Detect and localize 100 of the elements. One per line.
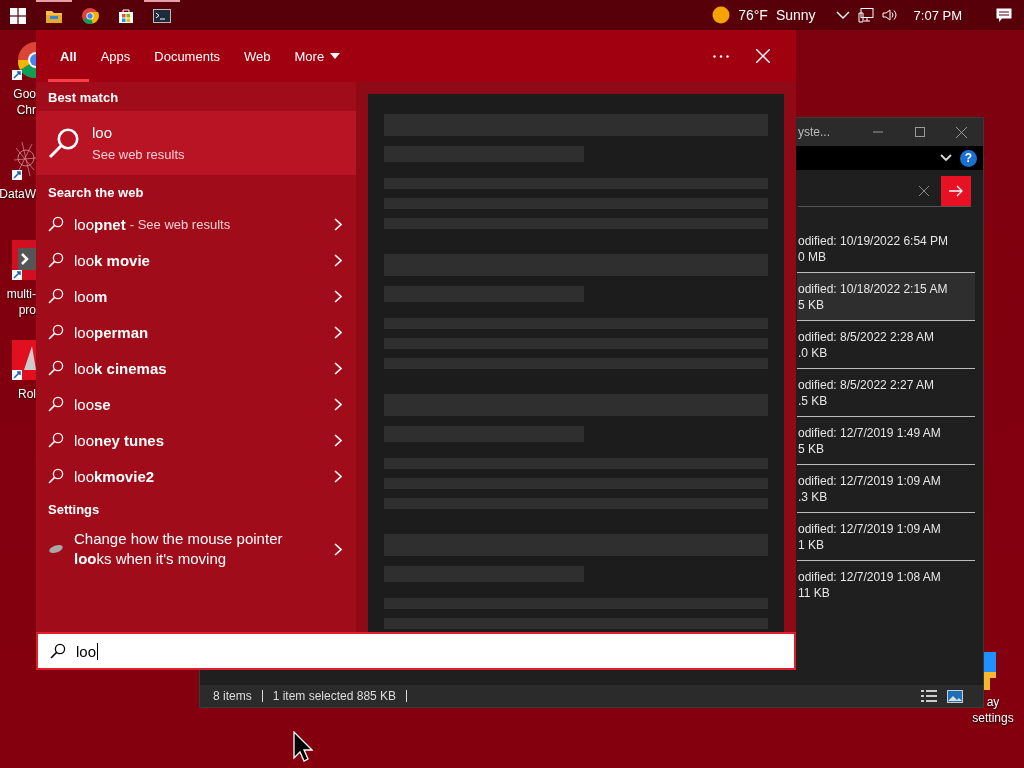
chevron-right-icon xyxy=(334,253,342,267)
result-text: looney tunes xyxy=(74,431,166,449)
notification-icon[interactable] xyxy=(996,7,1012,23)
result-text: look cinemas xyxy=(74,359,168,377)
file-size: .0 KB xyxy=(798,345,829,360)
web-result-item[interactable]: loose xyxy=(36,386,356,422)
web-result-item[interactable]: loom xyxy=(36,278,356,314)
close-icon xyxy=(956,126,968,138)
file-size: 5 KB xyxy=(798,441,825,456)
result-text: looperman xyxy=(74,323,150,341)
search-field[interactable] xyxy=(798,176,971,207)
best-match-title: loo xyxy=(92,124,114,141)
file-size: .5 KB xyxy=(798,393,829,408)
web-result-item[interactable]: look cinemas xyxy=(36,350,356,386)
chevron-right-icon xyxy=(334,433,342,447)
clock-text[interactable]: 7:07 PM xyxy=(913,7,962,23)
volume-icon[interactable] xyxy=(881,7,898,23)
window-title: yste... xyxy=(798,125,831,139)
weather-condition[interactable]: Sunny xyxy=(775,7,816,23)
result-text: loom xyxy=(74,287,109,305)
chevron-right-icon xyxy=(334,469,342,483)
minimize-icon xyxy=(872,131,883,133)
web-result-item[interactable]: looney tunes xyxy=(36,422,356,458)
chevron-right-icon xyxy=(334,289,342,303)
chevron-down-icon[interactable] xyxy=(940,154,952,162)
chevron-right-icon xyxy=(334,325,342,339)
modified-date: odified: 10/19/2022 6:54 PM xyxy=(798,233,950,248)
file-row[interactable]: odified: 8/5/2022 2:27 AM .5 KB xyxy=(797,369,975,417)
web-result-item[interactable]: lookmovie2 xyxy=(36,458,356,494)
search-tab[interactable]: Documents xyxy=(142,30,232,82)
network-icon[interactable] xyxy=(857,7,874,23)
file-size: .3 KB xyxy=(798,489,829,504)
search-icon xyxy=(48,324,64,340)
file-row[interactable]: odified: 10/18/2022 2:15 AM 5 KB xyxy=(797,273,975,321)
chevron-right-icon xyxy=(334,542,342,556)
best-match-subtitle: See web results xyxy=(92,147,185,162)
browser-icon[interactable] xyxy=(81,7,99,25)
search-icon xyxy=(48,288,64,304)
details-view-icon[interactable] xyxy=(921,689,937,703)
file-row[interactable]: odified: 8/5/2022 2:28 AM .0 KB xyxy=(797,321,975,369)
result-text: Change how the mouse pointer looks when it's moving xyxy=(74,529,284,569)
icon-label: Goo Chr xyxy=(13,86,36,118)
web-result-item[interactable]: look movie xyxy=(36,242,356,278)
search-field[interactable]: loo xyxy=(36,632,796,670)
close-icon[interactable] xyxy=(919,186,929,196)
network-drawing-icon[interactable] xyxy=(12,140,36,180)
mouse-pointer-icon xyxy=(293,731,313,763)
result-text: lookmovie2 xyxy=(74,467,156,485)
search-icon xyxy=(48,468,64,484)
file-row[interactable]: odified: 12/7/2019 1:49 AM 5 KB xyxy=(797,417,975,465)
best-match-item[interactable]: loo See web results xyxy=(36,111,356,175)
file-row[interactable]: odified: 12/7/2019 1:09 AM .3 KB xyxy=(797,465,975,513)
chevron-right-icon xyxy=(334,361,342,375)
modified-date: odified: 12/7/2019 1:08 AM xyxy=(798,569,942,584)
search-icon xyxy=(48,127,80,159)
modified-date: odified: 12/7/2019 1:09 AM xyxy=(798,521,942,536)
search-icon xyxy=(48,360,64,376)
search-icon xyxy=(48,396,64,412)
terminal-icon[interactable] xyxy=(12,240,36,280)
close-icon xyxy=(756,49,770,63)
ellipsis-icon xyxy=(713,54,729,58)
modified-date: odified: 12/7/2019 1:49 AM xyxy=(798,425,942,440)
display-icon[interactable] xyxy=(984,652,996,690)
file-size: 5 KB xyxy=(798,297,825,312)
result-text: loose xyxy=(74,395,112,413)
file-row[interactable]: odified: 12/7/2019 1:09 AM 1 KB xyxy=(797,513,975,561)
go-button[interactable] xyxy=(941,176,971,206)
section-heading: Settings xyxy=(47,501,101,519)
modified-date: odified: 8/5/2022 2:28 AM xyxy=(798,329,936,344)
modified-date: odified: 12/7/2019 1:09 AM xyxy=(798,473,942,488)
chevron-right-icon xyxy=(334,217,342,231)
caret-icon xyxy=(330,53,341,59)
settings-result-item[interactable]: Change how the mouse pointer looks when it's moving xyxy=(36,523,356,575)
result-suffix: - See web results xyxy=(129,216,232,232)
result-text: loopnet xyxy=(74,215,126,233)
icon-label: ay settings xyxy=(971,694,1015,726)
file-size: 0 MB xyxy=(798,249,827,264)
search-tab[interactable]: Apps xyxy=(88,30,143,82)
mouse-icon xyxy=(48,544,64,554)
terminal-icon[interactable] xyxy=(153,9,171,23)
maximize-icon xyxy=(914,127,925,137)
chevron-up-icon[interactable] xyxy=(835,10,850,20)
icon-label: multi- pro xyxy=(6,286,36,318)
file-row[interactable]: odified: 12/7/2019 1:08 AM 11 KB xyxy=(797,561,975,608)
chevron-right-icon xyxy=(334,397,342,411)
icon-label: Rol xyxy=(18,386,36,402)
document-icon[interactable] xyxy=(12,340,36,380)
temperature-text[interactable]: 76°F xyxy=(738,7,768,23)
search-icon xyxy=(48,252,64,268)
shopping-bag-icon[interactable] xyxy=(118,8,134,24)
search-tab[interactable]: Web xyxy=(232,30,283,82)
search-icon xyxy=(48,432,64,448)
help-button[interactable]: ? xyxy=(960,149,977,167)
web-result-item[interactable]: loopnet - See web results xyxy=(36,206,356,242)
web-result-item[interactable]: looperman xyxy=(36,314,356,350)
modified-date: odified: 8/5/2022 2:27 AM xyxy=(798,377,936,392)
search-tab[interactable]: More xyxy=(282,30,353,82)
large-icons-view-icon[interactable] xyxy=(947,689,963,703)
arrow-right-icon xyxy=(949,185,963,197)
folder-icon[interactable] xyxy=(45,8,63,24)
